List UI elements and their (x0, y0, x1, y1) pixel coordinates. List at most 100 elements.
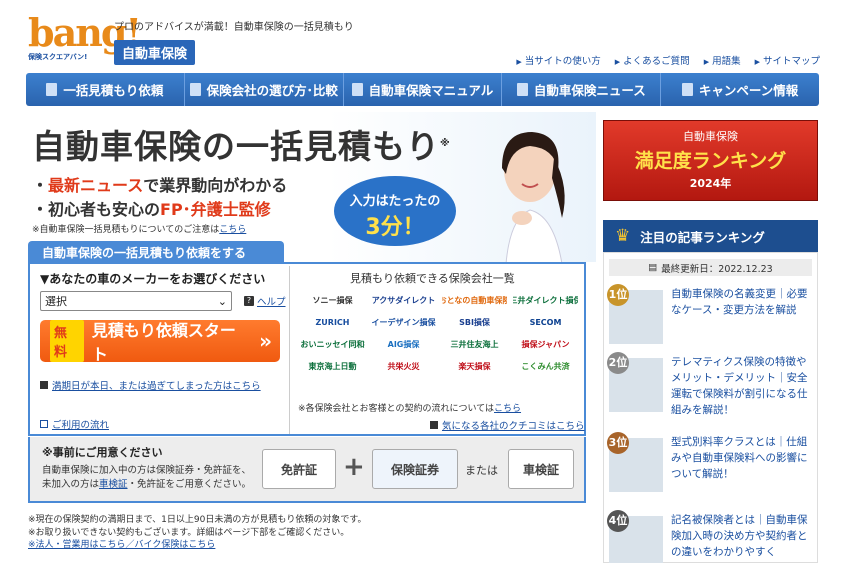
help-link[interactable]: ? ヘルプ (244, 294, 286, 308)
expiry-link-row[interactable]: 満期日が本日、または過ぎてしまった方はこちら (40, 378, 261, 392)
insurer-logo: ソニー損保 (312, 296, 353, 305)
insurer-logo: アクサダイレクト (371, 296, 436, 305)
hero-point-supervision: ・初心者も安心のFP･弁護士監修 (32, 200, 271, 219)
article-thumbnail: 4位 (607, 510, 663, 563)
insurer-logo: あいおいニッセイ同和損保 (300, 340, 365, 349)
kuchikomi-link-row[interactable]: 気になる各社のクチコミはこちら (430, 418, 585, 432)
insurer-logo: 楽天損保 (458, 362, 491, 371)
insurers-note: ※各保険会社とお客様との契約の流れについてはこちら (298, 404, 522, 414)
eligibility-notes: ※現在の保険契約の満期日まで、1日以上90日未満の方が見積もり依頼の対象です。 … (28, 514, 366, 552)
ranking-article-link[interactable]: 自動車保険の名義変更｜必要なケース・変更方法を解説 (671, 286, 812, 352)
ranking-item[interactable]: 1位 自動車保険の名義変更｜必要なケース・変更方法を解説 (607, 284, 812, 352)
ranking-article-link[interactable]: 記名被保険者とは｜自動車保険加入時の決め方や契約者との違いをわかりやすく (671, 512, 812, 563)
note-line-2: ※お取り扱いできない契約もございます。詳細はページ下部をご確認ください。 (28, 527, 350, 538)
hero-title: 自動車保険の一括見積もり※ (32, 127, 451, 166)
insurer-logo: 共栄火災 (387, 362, 420, 371)
corporate-bike-link[interactable]: ※法人・営業用はこちら／バイク保険はこちら (28, 540, 215, 550)
estimate-form-tab: 自動車保険の一括見積もり依頼をする (28, 241, 284, 263)
license-card-image: 免許証 (262, 449, 336, 489)
ranking-item[interactable]: 4位 記名被保険者とは｜自動車保険加入時の決め方や契約者との違いをわかりやすく (607, 510, 812, 563)
flow-link[interactable]: ご利用の流れ (52, 417, 109, 431)
ranking-item[interactable]: 3位 型式別料率クラスとは｜仕組みや自動車保険料への影響について解説！ (607, 432, 812, 500)
plus-icon: + (343, 452, 365, 482)
insurer-logo: 三井ダイレクト損保 (513, 296, 578, 305)
site-tagline: プロのアドバイスが満載！自動車保険の一括見積もり (114, 22, 354, 33)
shakensho-card-image: 車検証 (508, 449, 574, 489)
hero-note: ※自動車保険一括見積もりについてのご注意はこちら (32, 225, 247, 235)
prep-text-2: 未加入の方は車検証・免許証をご用意ください。 (42, 479, 252, 490)
insurer-logo: 東京海上日動 (308, 362, 357, 371)
insurer-logo: AIG損保 (387, 340, 420, 349)
logo-mark: bang! (28, 10, 142, 55)
hero-point-news: ・最新ニュースで業界動向がわかる (32, 176, 288, 195)
insurer-logo: 損保ジャパン (521, 340, 570, 349)
chevron-down-icon: ⌄ (217, 294, 227, 308)
article-ranking-header: ♛ 注目の記事ランキング (603, 220, 818, 252)
expiry-link[interactable]: 満期日が本日、または過ぎてしまった方はこちら (52, 378, 261, 392)
form-divider (289, 266, 290, 434)
maker-select-title: ▼あなたの車のメーカーをお選びください (40, 272, 266, 286)
start-estimate-button[interactable]: 無料 見積もり依頼スタート » (40, 320, 280, 364)
crown-icon: ♛ (615, 226, 631, 246)
insurer-logo: 三井住友海上 (450, 340, 499, 349)
insurer-logo: ZURICH (315, 318, 350, 327)
ranking-article-link[interactable]: テレマティクス保険の特徴やメリット・デメリット｜安全運転で保険料が割引になる仕組… (671, 354, 812, 420)
hero-note-link[interactable]: こちら (219, 225, 246, 235)
scale-icon (189, 83, 201, 96)
flow-link-row[interactable]: ご利用の流れ (40, 417, 109, 431)
calculator-icon (46, 83, 58, 96)
article-thumbnail: 2位 (607, 352, 663, 412)
policy-card-image: 保険証券 (372, 449, 458, 489)
book-icon (351, 83, 363, 96)
article-thumbnail: 1位 (607, 284, 663, 344)
arrow-square-icon (40, 381, 48, 389)
nav-item-campaign[interactable]: キャンペーン情報 (661, 73, 819, 106)
insurer-logo: おとなの自動車保険 (442, 296, 507, 305)
nav-item-manual[interactable]: 自動車保険マニュアル (344, 73, 503, 106)
insurer-logo-grid: ソニー損保 アクサダイレクト おとなの自動車保険 三井ダイレクト損保 ZURICH イーデ… (300, 290, 578, 372)
note-line-1: ※現在の保険契約の満期日まで、1日以上90日未満の方が見積もり依頼の対象です。 (28, 515, 367, 525)
last-updated: ▤ 最終更新日：2022.12.23 (609, 259, 812, 276)
arrow-square-icon (430, 421, 438, 429)
utility-links: 当サイトの使い方 よくあるご質問 用語集 サイトマップ (516, 53, 820, 67)
chevron-right-icon: » (259, 329, 272, 353)
time-bubble: 入力はたったの 3分！ (334, 176, 456, 246)
kuchikomi-link[interactable]: 気になる各社のクチコミはこちら (442, 418, 585, 432)
calendar-icon: ▤ (648, 262, 658, 273)
ranking-article-link[interactable]: 型式別料率クラスとは｜仕組みや自動車保険料への影響について解説！ (671, 434, 812, 500)
hero-person-image (502, 132, 565, 264)
free-badge: 無料 (50, 320, 84, 362)
rank-badge: 1位 (607, 284, 629, 306)
utility-link-faq[interactable]: よくあるご質問 (615, 53, 690, 67)
insurers-note-link[interactable]: こちら (494, 404, 521, 414)
prep-text-1: 自動車保険に加入中の方は保険証券・免許証を、 (42, 465, 252, 476)
main-nav: 一括見積もり依頼 保険会社の選び方･比較 自動車保険マニュアル 自動車保険ニュー… (26, 73, 819, 106)
or-text: または (465, 464, 498, 477)
window-icon (40, 420, 48, 428)
gift-icon (681, 83, 693, 96)
question-icon: ? (244, 296, 254, 306)
insurer-logo: SECOM (529, 318, 562, 327)
satisfaction-ranking-banner[interactable]: 自動車保険 満足度ランキング 2024年 (603, 120, 818, 201)
article-thumbnail: 3位 (607, 432, 663, 492)
ranking-item[interactable]: 2位 テレマティクス保険の特徴やメリット・デメリット｜安全運転で保険料が割引になる… (607, 352, 812, 420)
utility-link-howto[interactable]: 当サイトの使い方 (516, 53, 601, 67)
prep-title: ※事前にご用意ください (42, 446, 163, 459)
insurer-logo: イーデザイン損保 (371, 318, 436, 327)
insurers-title: 見積もり依頼できる保険会社一覧 (350, 272, 515, 285)
insurer-logo: こくみん共済 (521, 362, 570, 371)
insurer-logo: SBI損保 (459, 318, 490, 327)
site-logo[interactable]: bang! 保険スクエアバン! (28, 10, 142, 64)
site-name-badge[interactable]: 自動車保険 (114, 40, 196, 65)
rank-badge: 2位 (607, 352, 629, 374)
utility-link-sitemap[interactable]: サイトマップ (755, 53, 820, 67)
news-icon (516, 83, 528, 96)
nav-item-compare[interactable]: 保険会社の選び方･比較 (185, 73, 344, 106)
rank-badge: 3位 (607, 432, 629, 454)
nav-item-news[interactable]: 自動車保険ニュース (502, 73, 662, 106)
rank-badge: 4位 (607, 510, 629, 532)
utility-link-glossary[interactable]: 用語集 (704, 53, 741, 67)
nav-item-estimate[interactable]: 一括見積もり依頼 (26, 73, 185, 106)
shakensho-link[interactable]: 車検証 (99, 479, 128, 490)
maker-select[interactable]: 選択 ⌄ (40, 291, 232, 311)
